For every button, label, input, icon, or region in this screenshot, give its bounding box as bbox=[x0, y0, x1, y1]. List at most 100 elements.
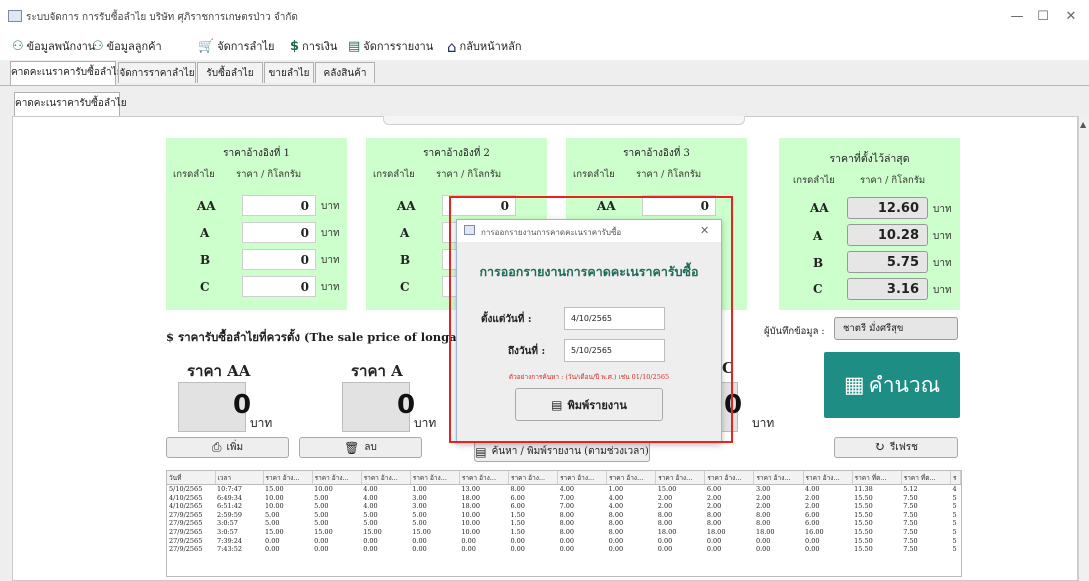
table-cell: 6:51:42 bbox=[217, 502, 243, 511]
table-cell: 8.00 bbox=[559, 519, 575, 528]
table-cell: 8.00 bbox=[608, 510, 624, 519]
table-cell: 4.00 bbox=[805, 485, 820, 493]
table-row[interactable]: 27/9/2565 7:39:24 0.00 0.00 0.00 0.00 0.00 0.00… bbox=[167, 537, 961, 546]
maximize-button[interactable]: ☐ bbox=[1032, 8, 1054, 26]
price-input-b[interactable]: 0 bbox=[242, 249, 316, 270]
tab-sell[interactable]: ขายลำไย bbox=[264, 62, 314, 83]
table-cell: 0.00 bbox=[657, 536, 673, 545]
subtab-price-forecast[interactable]: คาดคะเนราคารับซื้อลำไย bbox=[14, 92, 127, 116]
table-cell: 5 bbox=[952, 536, 957, 545]
column-header[interactable]: ราคา อ้าง... bbox=[312, 471, 362, 485]
calculate-label: คำนวณ bbox=[868, 372, 941, 397]
users-icon: ⚇ bbox=[92, 39, 104, 54]
calculate-button[interactable]: ▦ คำนวณ bbox=[824, 352, 960, 418]
column-header[interactable]: เวลา bbox=[215, 471, 264, 485]
column-header[interactable]: ราคา อ้าง... bbox=[361, 471, 411, 485]
price-header: ราคา / กิโลกรัม bbox=[436, 169, 502, 180]
table-cell: 27/9/2565 bbox=[169, 519, 203, 528]
menu-longan[interactable]: 🛒 จัดการลำไย bbox=[198, 38, 274, 56]
close-button[interactable]: ✕ bbox=[1060, 8, 1082, 26]
column-header[interactable]: ราคา อ้าง... bbox=[557, 471, 608, 485]
home-icon: ⌂ bbox=[447, 38, 457, 56]
menu-finance[interactable]: $ การเงิน bbox=[290, 38, 337, 56]
menu-home[interactable]: ⌂ กลับหน้าหลัก bbox=[447, 38, 522, 56]
main-tabs: คาดคะเนราคารับซื้อลำไย จัดการราคาลำไย รั… bbox=[0, 60, 1089, 86]
table-cell: 10.00 bbox=[461, 519, 480, 528]
table-cell: 10.00 bbox=[265, 493, 284, 502]
table-cell: 18.00 bbox=[755, 527, 775, 536]
table-cell: 4.00 bbox=[608, 502, 624, 511]
grade-aa: AA bbox=[810, 201, 829, 215]
column-header[interactable]: ราคา ที่ต... bbox=[901, 471, 952, 485]
table-row[interactable]: 27/9/2565 3:0:57 15.00 15.00 15.00 15.00 10.00… bbox=[167, 528, 961, 537]
tab-price-forecast[interactable]: คาดคะเนราคารับซื้อลำไย bbox=[10, 61, 123, 85]
add-button[interactable]: ⎙ เพิ่ม bbox=[166, 437, 289, 458]
menu-employee[interactable]: ⚇ ข้อมูลพนักงาน bbox=[12, 38, 95, 56]
minimize-button[interactable]: — bbox=[1006, 8, 1028, 26]
refresh-button[interactable]: ↻ รีเฟรช bbox=[834, 437, 958, 458]
price-input-c[interactable]: 0 bbox=[242, 276, 316, 297]
users-icon: ⚇ bbox=[12, 39, 24, 54]
table-cell: 2:59:59 bbox=[217, 510, 243, 519]
table-cell: 5.00 bbox=[412, 519, 427, 528]
table-cell: 8.00 bbox=[510, 485, 525, 493]
table-cell: 0.00 bbox=[559, 536, 575, 545]
column-header[interactable]: ราคา อ้าง... bbox=[459, 471, 509, 485]
table-row[interactable]: 27/9/2565 3:0:57 5.00 5.00 5.00 5.00 10.00 1.50… bbox=[167, 519, 961, 528]
search-report-button[interactable]: ▤ ค้นหา / พิมพ์รายงาน (ตามช่วงเวลา) bbox=[474, 441, 650, 462]
table-row[interactable]: 4/10/2565 6:51:42 10.00 5.00 4.00 3.00 18.00 6.… bbox=[167, 502, 961, 511]
table-row[interactable]: 5/10/2565 10:7:47 15.00 10.00 4.00 1.00 13.00 8… bbox=[167, 485, 961, 494]
column-header[interactable]: ราคา ที่ต... bbox=[852, 471, 902, 485]
price-input-a[interactable]: 0 bbox=[242, 222, 316, 243]
delete-button[interactable]: 🗑 ลบ bbox=[299, 437, 422, 458]
unit-label: บาท bbox=[321, 282, 340, 293]
table-cell: 8.00 bbox=[608, 519, 624, 528]
table-cell: 0.00 bbox=[363, 545, 378, 554]
latest-price-b: 5.75 bbox=[847, 251, 928, 273]
column-header[interactable]: ราคา อ้าง... bbox=[263, 471, 313, 485]
column-header[interactable]: ร bbox=[950, 471, 961, 485]
table-cell: 8.00 bbox=[559, 510, 575, 519]
table-cell: 7.50 bbox=[903, 527, 918, 536]
table-cell: 15.00 bbox=[363, 527, 382, 536]
column-header[interactable]: วันที่ bbox=[167, 471, 216, 485]
column-header[interactable]: ราคา อ้าง... bbox=[704, 471, 755, 485]
table-cell: 10.00 bbox=[265, 502, 284, 511]
tab-price-manage[interactable]: จัดการราคาลำไย bbox=[118, 62, 196, 83]
history-table[interactable]: วันที่ เวลา ราคา อ้าง... ราคา อ้าง... ราคา อ… bbox=[166, 470, 962, 577]
scroll-up-icon[interactable]: ▲ bbox=[1080, 120, 1086, 129]
table-cell: 27/9/2565 bbox=[169, 510, 203, 519]
column-header[interactable]: ราคา อ้าง... bbox=[508, 471, 559, 485]
grade-b: B bbox=[400, 253, 411, 267]
tab-buy[interactable]: รับซื้อลำไย bbox=[197, 62, 263, 83]
column-header[interactable]: ราคา อ้าง... bbox=[606, 471, 657, 485]
table-row[interactable]: 27/9/2565 2:59:59 5.00 5.00 5.00 5.00 10.00 1.5… bbox=[167, 511, 961, 520]
column-header[interactable]: ราคา อ้าง... bbox=[803, 471, 853, 485]
table-cell: 2.00 bbox=[657, 493, 673, 502]
menu-customer[interactable]: ⚇ ข้อมูลลูกค้า bbox=[92, 38, 162, 56]
table-cell: 2.00 bbox=[706, 493, 722, 502]
column-header[interactable]: ราคา อ้าง... bbox=[655, 471, 706, 485]
calculator-icon: ▦ bbox=[843, 372, 865, 398]
table-cell: 5 bbox=[952, 510, 957, 519]
column-header[interactable]: ราคา อ้าง... bbox=[410, 471, 460, 485]
tab-warehouse[interactable]: คลังสินค้า bbox=[315, 62, 375, 83]
menu-longan-label: จัดการลำไย bbox=[217, 40, 275, 53]
table-cell: 0.00 bbox=[461, 536, 476, 545]
unit-label: บาท bbox=[414, 416, 437, 430]
grade-header: เกรดลำไย bbox=[173, 169, 215, 180]
vertical-scrollbar[interactable]: ▲ bbox=[1078, 116, 1089, 581]
menu-employee-label: ข้อมูลพนักงาน bbox=[26, 40, 96, 53]
window-title: ระบบจัดการ การรับซื้อลำไย บริษัท ศุภิราช… bbox=[26, 12, 298, 23]
menu-report[interactable]: ▤ จัดการรายงาน bbox=[348, 38, 433, 56]
table-cell: 6.00 bbox=[510, 493, 525, 502]
table-cell: 2.00 bbox=[755, 502, 771, 511]
table-cell: 0.00 bbox=[805, 545, 820, 554]
column-header[interactable]: ราคา อ้าง... bbox=[753, 471, 804, 485]
price-input-aa[interactable]: 0 bbox=[242, 195, 316, 216]
table-row[interactable]: 4/10/2565 6:49:34 10.00 5.00 4.00 3.00 18.00 6.… bbox=[167, 494, 961, 503]
table-cell: 15.50 bbox=[854, 536, 873, 545]
table-row[interactable]: 27/9/2565 7:43:52 0.00 0.00 0.00 0.00 0.00 0.00… bbox=[167, 545, 961, 554]
table-cell: 5.00 bbox=[363, 510, 378, 519]
reference-price-1-panel: ราคาอ้างอิงที่ 1 เกรดลำไย ราคา / กิโลกรั… bbox=[166, 138, 347, 310]
